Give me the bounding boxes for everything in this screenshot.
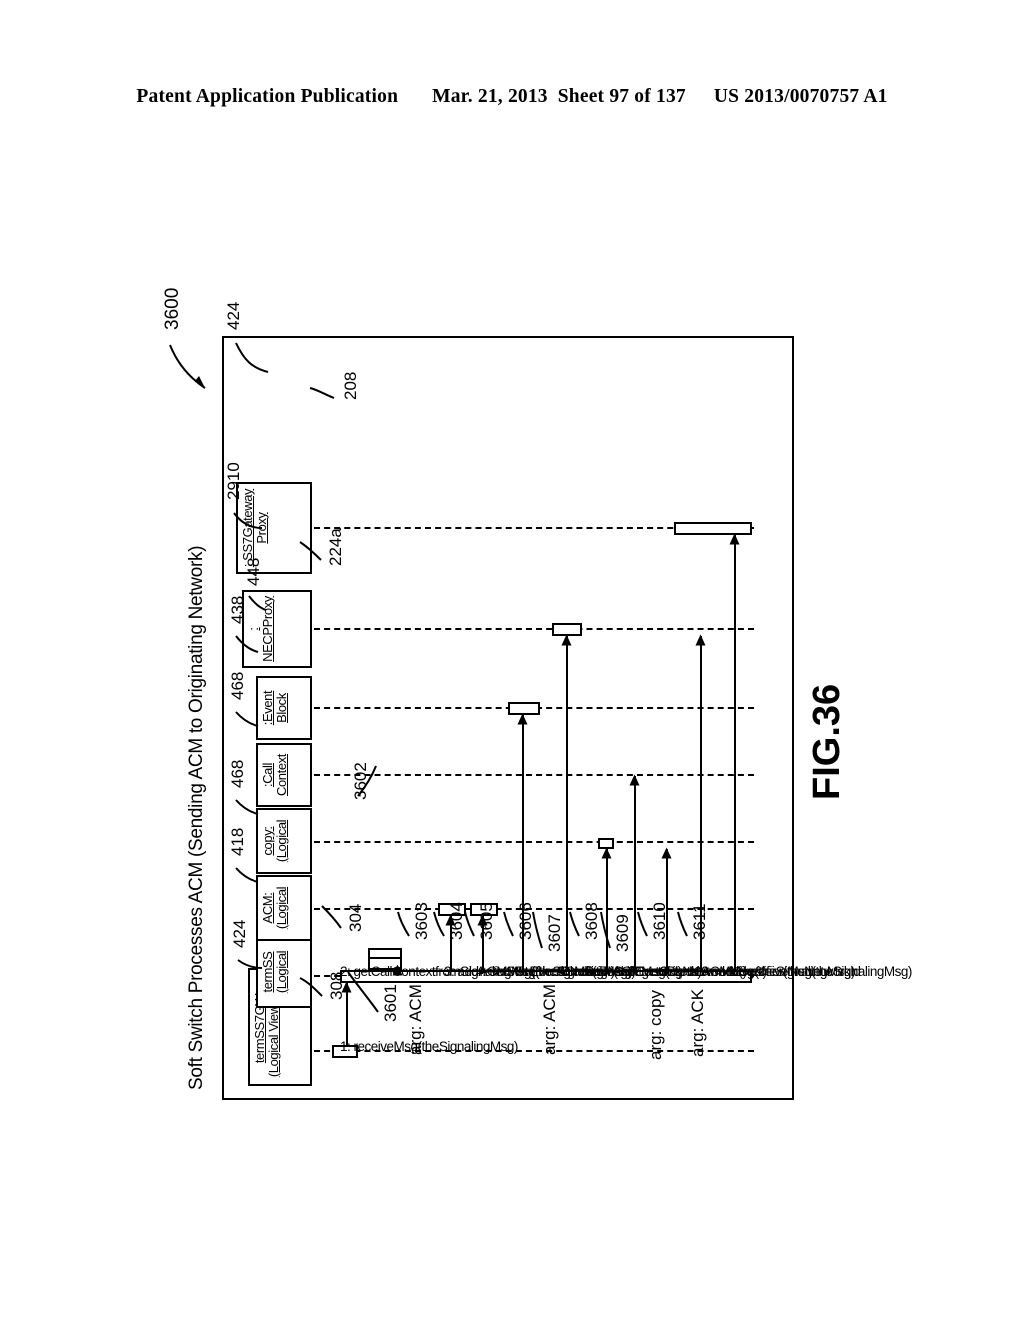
header-date: Mar. 21, 2013	[432, 86, 548, 107]
message-line-11	[734, 535, 736, 970]
ref-3611: 3611	[690, 903, 709, 940]
lifeline-box-callcontext[interactable]: :Call Context	[256, 743, 312, 807]
message-arrowhead-11	[729, 533, 740, 545]
message-line-8	[634, 776, 636, 970]
message-label-1: 1: receiveMsg(theSignalingMsg)	[340, 1039, 518, 1054]
activation-ss7gateway	[674, 522, 752, 535]
ref-308: 308	[327, 971, 346, 1000]
message-number-10: 10:	[694, 964, 712, 979]
message-number-1: 1:	[340, 1039, 351, 1054]
message-arrowhead-6	[561, 634, 572, 646]
figure-caption: FIG.36	[806, 683, 848, 800]
ref-424-termss7gw: 424	[230, 919, 249, 948]
ref-468-copy: 468	[228, 671, 247, 700]
message-arrowhead-8	[629, 774, 640, 786]
ref-3601: 3601	[381, 984, 400, 1022]
ref-3602: 3602	[351, 762, 370, 800]
ref-2910: 2910	[224, 462, 243, 500]
ref-3609: 3609	[613, 914, 632, 952]
message-arrowhead-10	[695, 634, 706, 646]
ref-438: 438	[228, 595, 247, 624]
arg-prefix: arg:	[688, 1027, 707, 1057]
message-text-1: receiveMsg(theSignalingMsg)	[353, 1039, 518, 1054]
message-number-6: 6:	[560, 964, 571, 979]
ref-224a: 224a	[326, 528, 345, 566]
message-number-5: 5:	[516, 964, 527, 979]
message-arrowhead-7	[601, 847, 612, 859]
message-text-11: receiveMsg(theSignalingMsg)	[747, 964, 912, 979]
message-label-11: 11: receiveMsg(theSignalingMsg)	[728, 964, 912, 979]
lifeline-box-acm[interactable]: ACM: (Logical	[256, 875, 312, 941]
lifeline-label-line1: :Call	[260, 763, 275, 788]
lifeline-label-line2: (Logical	[273, 950, 289, 994]
arg-value: ACM	[540, 984, 559, 1022]
ref-304: 304	[346, 903, 365, 932]
ref-3608: 3608	[582, 902, 601, 940]
ref-3605: 3605	[477, 902, 496, 940]
arg-label-acm-2: arg: ACM	[540, 984, 560, 1055]
sequence-diagram: Soft Switch Processes ACM (Sending ACM t…	[186, 336, 912, 1096]
ref-208: 208	[341, 371, 360, 400]
message-number-4: 4:	[476, 964, 487, 979]
ref-3604: 3604	[447, 902, 466, 940]
message-arrowhead-9	[661, 847, 672, 859]
lifeline-box-eventblock[interactable]: :Event Block	[256, 676, 312, 740]
lifeline-box-necpproxy[interactable]: : NECPProxy	[242, 590, 312, 668]
message-line-6	[566, 636, 568, 970]
arg-label-ack: arg: ACK	[688, 989, 708, 1057]
arg-value: ACM	[406, 984, 425, 1022]
page-header: Patent Application Publication Mar. 21, 2…	[0, 86, 1024, 108]
arg-prefix: arg:	[540, 1025, 559, 1055]
ref-468-acm: 468	[228, 759, 247, 788]
ref-3603: 3603	[412, 902, 431, 940]
arg-prefix: arg:	[646, 1030, 665, 1060]
ref-3600: 3600	[162, 287, 183, 330]
lifeline-label-line1: termSS	[260, 951, 275, 993]
arg-value: ACK	[688, 988, 707, 1024]
lifeline-label-line1: :	[246, 627, 261, 631]
sequence-diagram-stage: Soft Switch Processes ACM (Sending ACM t…	[186, 336, 912, 1096]
message-number-8: 8:	[628, 964, 639, 979]
lifeline-callcontext	[314, 774, 754, 776]
ref-448: 448	[244, 557, 263, 586]
lifeline-label-line1: ACM:	[260, 892, 275, 924]
arg-value: copy	[646, 990, 665, 1026]
ref-3607: 3607	[545, 914, 564, 952]
message-number-3: 3:	[444, 964, 455, 979]
lifeline-label-line1: :Event	[260, 690, 275, 726]
lifeline-label-line2: (Logical	[273, 886, 289, 930]
lifeline-label-line2: Context	[273, 754, 289, 797]
lifeline-copy	[314, 841, 754, 843]
message-number-11: 11:	[728, 964, 745, 979]
ref-3606: 3606	[516, 902, 535, 940]
lifeline-label-line1: copy:	[260, 826, 275, 856]
lifeline-box-termss[interactable]: termSS (Logical	[256, 936, 312, 1008]
ref-424-ss7gateway: 424	[224, 301, 243, 330]
header-sheet: Sheet 97 of 137	[557, 86, 686, 107]
ref-3610: 3610	[650, 902, 669, 940]
lifeline-necpproxy	[314, 628, 754, 630]
lifeline-label-line2: Block	[273, 693, 289, 723]
message-arrowhead-5	[517, 713, 528, 725]
header-publication: Patent Application Publication	[136, 86, 399, 107]
message-number-7: 7:	[600, 964, 611, 979]
ref-418: 418	[228, 827, 247, 856]
lifeline-label-line2: NECPProxy	[259, 596, 275, 662]
header-patent-number: US 2013/0070757 A1	[713, 86, 888, 107]
arg-label-copy: arg: copy	[646, 990, 666, 1060]
arg-prefix: arg:	[406, 1025, 425, 1055]
lifeline-box-copy[interactable]: copy: (Logical	[256, 808, 312, 874]
message-line-7	[606, 849, 608, 970]
message-number-9: 9:	[660, 964, 671, 979]
arg-label-acm-1: arg: ACM	[406, 984, 426, 1055]
lifeline-label-line2: (Logical	[273, 819, 289, 863]
diagram-title: Soft Switch Processes ACM (Sending ACM t…	[186, 545, 207, 1090]
